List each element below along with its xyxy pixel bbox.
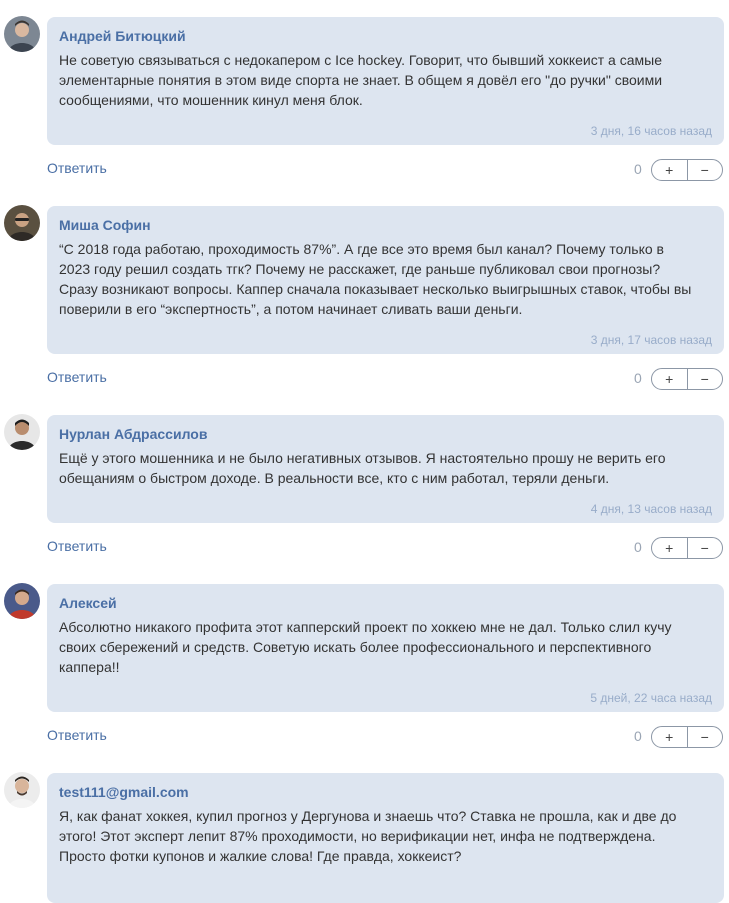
- vote-score: 0: [634, 161, 642, 177]
- comment-bubble: Миша Софин “С 2018 года работаю, проходи…: [47, 206, 724, 354]
- avatar[interactable]: [4, 205, 40, 241]
- vote-buttons: + −: [651, 368, 723, 390]
- reply-link[interactable]: Ответить: [47, 727, 107, 743]
- comment-date: 3 дня, 16 часов назад: [590, 124, 712, 138]
- upvote-button[interactable]: +: [652, 160, 687, 180]
- vote-buttons: + −: [651, 537, 723, 559]
- comment-bubble: Андрей Битюцкий Не советую связываться с…: [47, 17, 724, 145]
- comment-text: Абсолютно никакого профита этот капперск…: [59, 619, 672, 675]
- comment-author[interactable]: Андрей Битюцкий: [59, 27, 712, 45]
- upvote-button[interactable]: +: [652, 727, 687, 747]
- avatar[interactable]: [4, 583, 40, 619]
- downvote-button[interactable]: −: [686, 727, 723, 747]
- comment-author[interactable]: Миша Софин: [59, 216, 712, 234]
- reply-link[interactable]: Ответить: [47, 369, 107, 385]
- comment-author[interactable]: test111@gmail.com: [59, 783, 712, 801]
- comment-date: 5 дней, 22 часа назад: [590, 691, 712, 705]
- comment-text: Ещё у этого мошенника и не было негативн…: [59, 450, 666, 486]
- comment-author[interactable]: Нурлан Абдрассилов: [59, 425, 712, 443]
- comment-date: 3 дня, 17 часов назад: [590, 333, 712, 347]
- comment-date: 4 дня, 13 часов назад: [590, 502, 712, 516]
- comment-author[interactable]: Алексей: [59, 594, 712, 612]
- reply-link[interactable]: Ответить: [47, 538, 107, 554]
- vote-score: 0: [634, 539, 642, 555]
- vote-score: 0: [634, 728, 642, 744]
- avatar[interactable]: [4, 414, 40, 450]
- upvote-button[interactable]: +: [652, 369, 687, 389]
- comment-bubble: Алексей Абсолютно никакого профита этот …: [47, 584, 724, 712]
- avatar[interactable]: [4, 16, 40, 52]
- downvote-button[interactable]: −: [686, 160, 723, 180]
- reply-link[interactable]: Ответить: [47, 160, 107, 176]
- downvote-button[interactable]: −: [686, 369, 723, 389]
- vote-score: 0: [634, 370, 642, 386]
- comment-text: Не советую связываться с недокапером с I…: [59, 52, 663, 108]
- comment-text: “С 2018 года работаю, проходимость 87%”.…: [59, 241, 692, 317]
- upvote-button[interactable]: +: [652, 538, 687, 558]
- vote-buttons: + −: [651, 726, 723, 748]
- avatar[interactable]: [4, 772, 40, 808]
- comment-text: Я, как фанат хоккея, купил прогноз у Дер…: [59, 808, 677, 864]
- comment-bubble: Нурлан Абдрассилов Ещё у этого мошенника…: [47, 415, 724, 523]
- comment-bubble: test111@gmail.com Я, как фанат хоккея, к…: [47, 773, 724, 903]
- vote-buttons: + −: [651, 159, 723, 181]
- downvote-button[interactable]: −: [686, 538, 723, 558]
